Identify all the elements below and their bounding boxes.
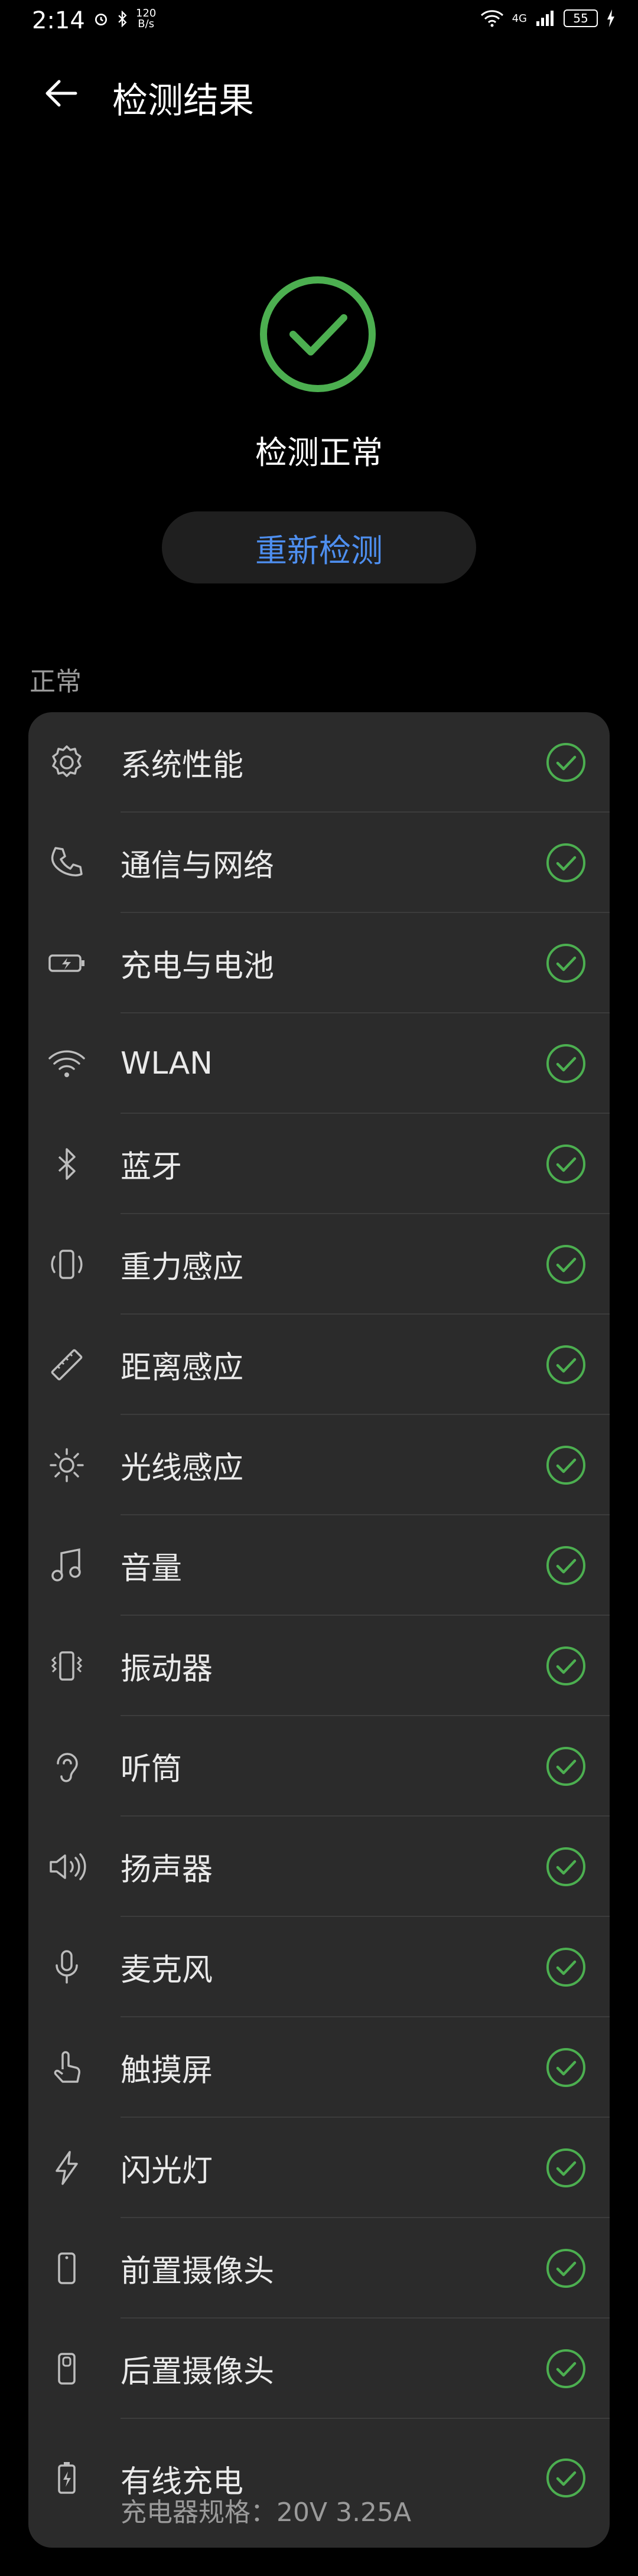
check-circle-icon [546, 1144, 585, 1183]
list-item[interactable]: 后置摄像头 [28, 2319, 610, 2419]
list-item-label: 光线感应 [121, 1450, 244, 1486]
list-item-label: 系统性能 [121, 748, 244, 784]
page-header: 检测结果 [0, 59, 638, 130]
battery-charging-icon [48, 954, 84, 972]
section-label-normal: 正常 [30, 667, 82, 697]
list-item[interactable]: 听筒 [28, 1716, 610, 1817]
check-circle-icon [546, 1646, 585, 1685]
check-circle-icon [546, 743, 585, 782]
list-item-label: 闪光灯 [121, 2153, 213, 2189]
list-item-label: 充电与电池 [121, 948, 275, 984]
list-item-label: 重力感应 [121, 1250, 244, 1286]
gear-icon [52, 745, 82, 777]
check-circle-icon [546, 1546, 585, 1585]
list-item[interactable]: 振动器 [28, 1616, 610, 1716]
check-circle-icon [546, 1446, 585, 1485]
status-bar: 2:14 120 B/s 4G 55 [0, 0, 638, 47]
list-item-label: 前置摄像头 [121, 2254, 275, 2290]
rear-camera-icon [58, 2353, 76, 2385]
list-item-label: 麦克风 [121, 1952, 213, 1988]
list-item-label: WLAN [121, 1046, 213, 1081]
result-status: 检测正常 [255, 434, 383, 471]
network-speed-unit: B/s [138, 18, 155, 30]
phone-icon [51, 847, 83, 876]
list-item[interactable]: WLAN [28, 1013, 610, 1114]
battery-level: 55 [573, 11, 588, 25]
sun-icon [50, 1448, 84, 1482]
list-item[interactable]: 触摸屏 [28, 2017, 610, 2118]
list-item-subtitle: 充电器规格：20V 3.25A [121, 2497, 412, 2528]
ear-icon [57, 1753, 78, 1782]
list-item[interactable]: 前置摄像头 [28, 2218, 610, 2319]
status-right-icons: 4G 55 [480, 9, 616, 27]
page-title: 检测结果 [112, 80, 254, 122]
flash-icon [56, 2151, 78, 2185]
list-item-label: 通信与网络 [121, 848, 275, 884]
check-circle-icon [546, 2458, 585, 2497]
list-item[interactable]: 闪光灯 [28, 2118, 610, 2218]
check-circle-icon [546, 944, 585, 983]
check-circle-icon [546, 2148, 585, 2187]
speaker-icon [50, 1853, 86, 1880]
list-item-label: 振动器 [121, 1651, 213, 1687]
bluetooth-icon [58, 1148, 76, 1180]
touch-icon [54, 2051, 80, 2083]
list-item-label: 音量 [121, 1551, 183, 1587]
front-camera-icon [58, 2252, 76, 2284]
list-item[interactable]: 距离感应 [28, 1315, 610, 1415]
list-item[interactable]: 有线充电 充电器规格：20V 3.25A [28, 2419, 610, 2537]
check-circle-icon [546, 1245, 585, 1284]
network-type: 4G [512, 12, 527, 25]
vibrate-icon [51, 1651, 83, 1681]
check-circle-icon [546, 1044, 585, 1083]
music-note-icon [51, 1548, 81, 1582]
list-item[interactable]: 光线感应 [28, 1415, 610, 1515]
list-item[interactable]: 重力感应 [28, 1214, 610, 1315]
list-item[interactable]: 麦克风 [28, 1917, 610, 2017]
list-item[interactable]: 系统性能 [28, 712, 610, 813]
list-item-label: 距离感应 [121, 1350, 244, 1386]
check-circle-icon [546, 2048, 585, 2087]
battery-indicator: 55 [564, 9, 598, 27]
rotate-phone-icon [51, 1250, 83, 1279]
redetect-button[interactable]: 重新检测 [162, 511, 476, 583]
status-left-icons: 120 B/s [93, 8, 156, 30]
list-item[interactable]: 蓝牙 [28, 1114, 610, 1214]
back-arrow-icon[interactable] [43, 74, 80, 112]
list-item-label: 扬声器 [121, 1852, 213, 1888]
list-item[interactable]: 通信与网络 [28, 813, 610, 913]
list-item-label: 听筒 [121, 1752, 183, 1788]
wired-charging-icon [58, 2462, 76, 2494]
charging-bolt-icon [607, 9, 614, 27]
bluetooth-status-icon [118, 11, 127, 27]
check-circle-icon [546, 1948, 585, 1987]
list-item[interactable]: 扬声器 [28, 1817, 610, 1917]
check-results-list: 系统性能通信与网络充电与电池 WLAN 蓝牙重力感应距离感应光线感应音量振动器听筒扬… [28, 712, 610, 2548]
signal-icon [536, 11, 554, 26]
network-speed: 120 B/s [136, 8, 156, 30]
check-circle-icon [546, 1847, 585, 1886]
check-circle-icon [546, 843, 585, 882]
list-item-label: 蓝牙 [121, 1149, 183, 1185]
status-time: 2:14 [32, 7, 85, 34]
alarm-icon [95, 14, 108, 26]
wifi-status-icon [480, 10, 503, 27]
check-circle-icon [546, 2249, 585, 2288]
list-item[interactable]: 充电与电池 [28, 913, 610, 1013]
wifi-icon [48, 1050, 85, 1077]
list-item-label: 触摸屏 [121, 2053, 213, 2089]
check-circle-icon [546, 1345, 585, 1384]
list-item[interactable]: 音量 [28, 1515, 610, 1616]
success-check-icon [260, 276, 376, 392]
check-circle-icon [546, 1747, 585, 1786]
ruler-icon [51, 1349, 83, 1381]
list-item-label: 后置摄像头 [121, 2354, 275, 2390]
check-circle-icon [546, 2349, 585, 2388]
microphone-icon [56, 1950, 78, 1984]
